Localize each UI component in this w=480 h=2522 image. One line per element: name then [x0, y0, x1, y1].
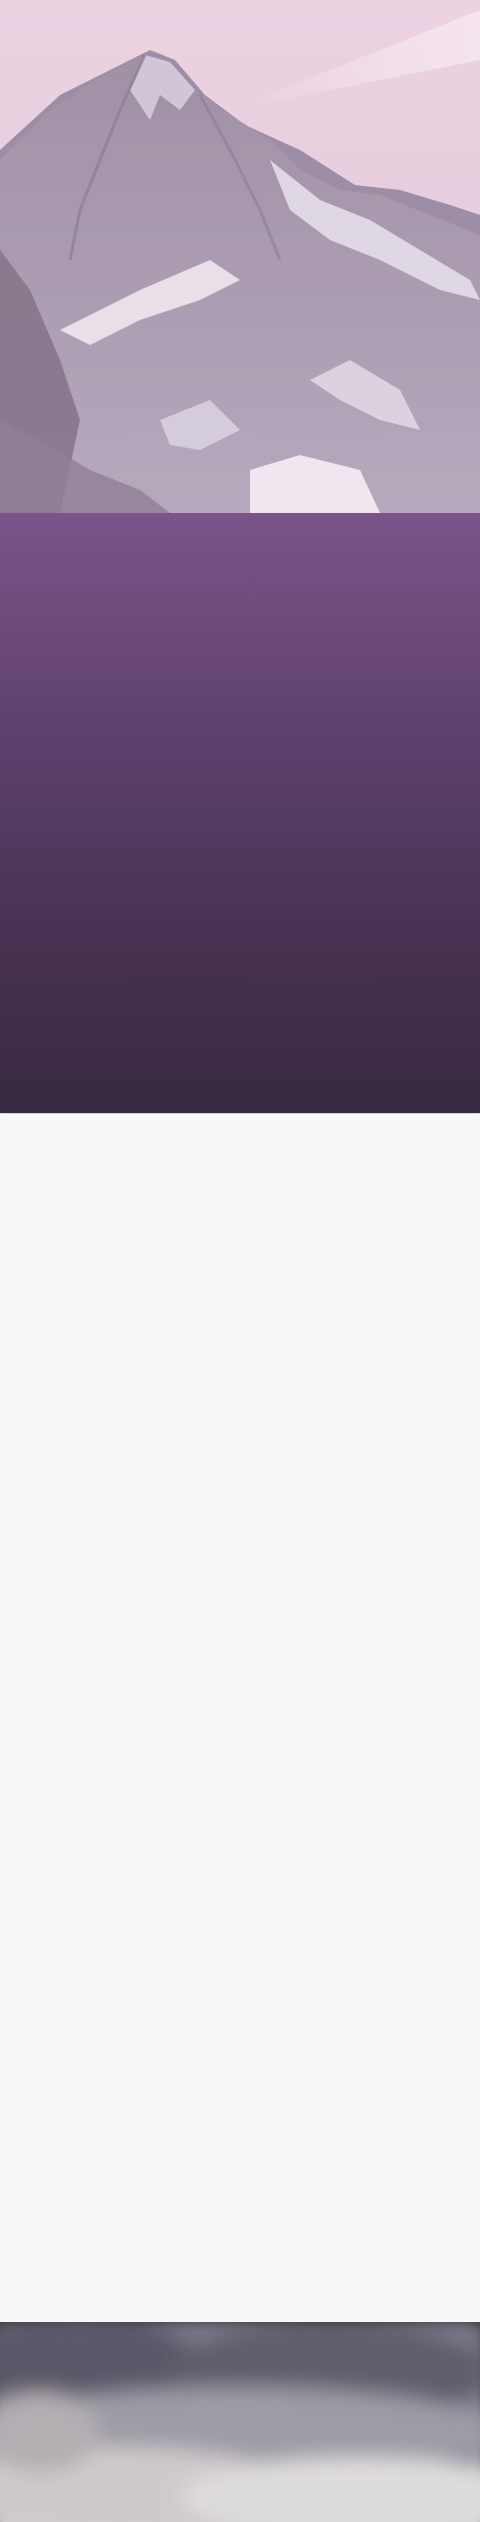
hero-mountain-image — [0, 0, 480, 514]
purple-header-band — [0, 513, 480, 1113]
page — [0, 0, 480, 2522]
footer-blurred-mountain — [0, 2322, 480, 2522]
mountain-illustration — [0, 0, 480, 513]
main-content-area — [0, 1114, 480, 2322]
footer-background-image — [0, 2322, 480, 2522]
